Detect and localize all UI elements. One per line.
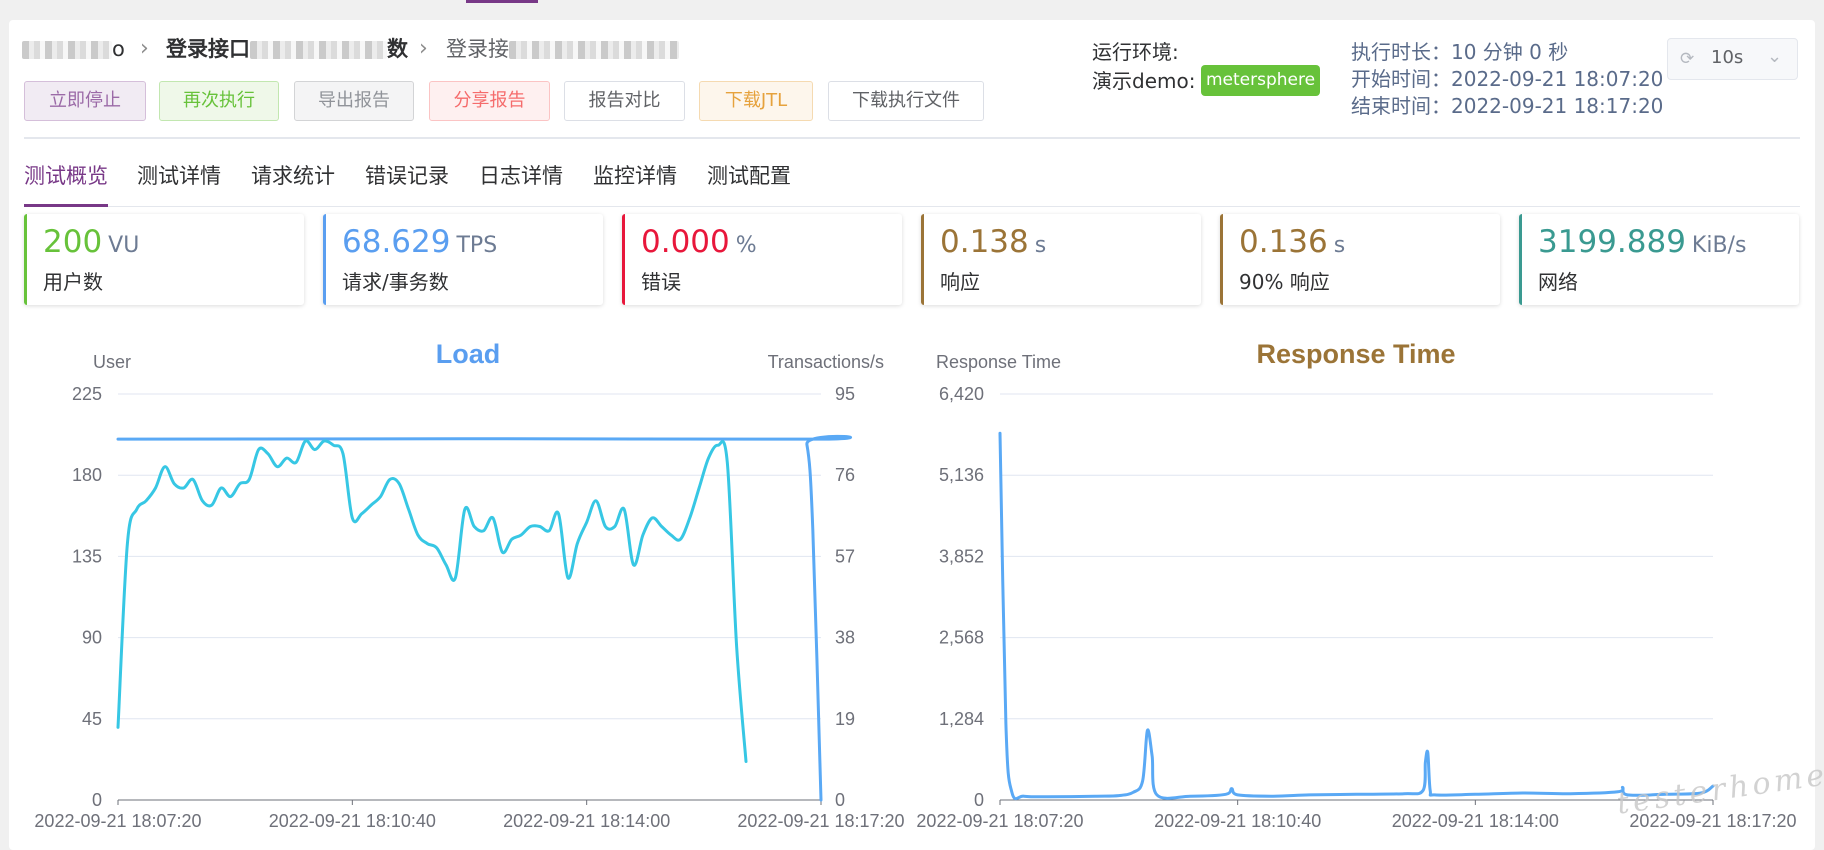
- series-line-response-time: [998, 431, 1715, 801]
- y2-tick-label: 0: [835, 790, 845, 810]
- y2-tick-label: 57: [835, 546, 855, 566]
- y-tick-label: 1,284: [939, 709, 984, 729]
- y-tick-label: 45: [82, 709, 102, 729]
- x-tick-label: 2022-09-21 18:10:40: [269, 811, 436, 831]
- y-tick-label: 90: [82, 628, 102, 648]
- y-axis-label: Response Time: [936, 352, 1061, 372]
- y2-tick-label: 19: [835, 709, 855, 729]
- y-tick-label: 6,420: [939, 384, 984, 404]
- charts-area: Load User Transactions/s 0 45 90 135 180 225 0 19 3…: [34, 339, 1796, 831]
- y2-tick-label: 95: [835, 384, 855, 404]
- y-tick-label: 5,136: [939, 465, 984, 485]
- x-tick-label: 2022-09-21 18:07:20: [916, 811, 1083, 831]
- x-tick-label: 2022-09-21 18:07:20: [34, 811, 201, 831]
- y-tick-label: 135: [72, 546, 102, 566]
- y2-tick-label: 38: [835, 628, 855, 648]
- series-line-users: [116, 434, 852, 802]
- series-line-tps: [116, 439, 748, 763]
- y-tick-label: 0: [92, 790, 102, 810]
- y2-axis-label: Transactions/s: [768, 352, 884, 372]
- y-tick-label: 3,852: [939, 546, 984, 566]
- y-tick-label: 2,568: [939, 628, 984, 648]
- x-tick-label: 2022-09-21 18:14:00: [503, 811, 670, 831]
- y-tick-label: 180: [72, 465, 102, 485]
- x-tick-label: 2022-09-21 18:14:00: [1392, 811, 1559, 831]
- chart-title: Load: [436, 339, 501, 369]
- y-tick-label: 0: [974, 790, 984, 810]
- y2-tick-label: 76: [835, 465, 855, 485]
- y-tick-label: 225: [72, 384, 102, 404]
- y-axis-label: User: [93, 352, 131, 372]
- x-tick-label: 2022-09-21 18:10:40: [1154, 811, 1321, 831]
- x-tick-label: 2022-09-21 18:17:20: [737, 811, 904, 831]
- chart-title: Response Time: [1256, 339, 1455, 369]
